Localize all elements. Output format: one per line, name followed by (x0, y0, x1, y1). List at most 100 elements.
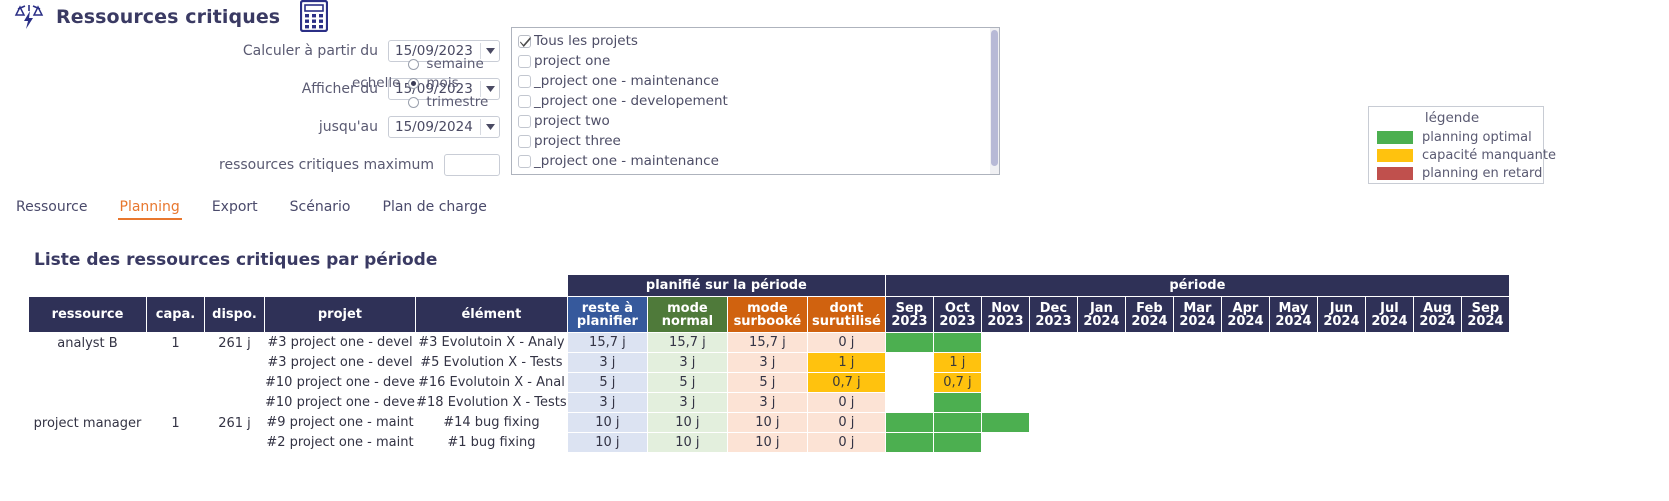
project-item-1[interactable]: project one (518, 51, 999, 71)
cell-element[interactable]: #3 Evolutoin X - Analy (414, 332, 568, 353)
checkbox-checked-icon[interactable] (518, 34, 531, 48)
col-header-month-10[interactable]: Jul 2024 (1364, 296, 1414, 333)
cell-month-12 (1460, 372, 1510, 393)
checkbox-icon[interactable] (518, 134, 531, 148)
jusquau-input[interactable]: 15/09/2024 (388, 116, 500, 138)
cell-surutilise: 0 j (806, 412, 886, 433)
col-header-element[interactable]: élément (414, 296, 568, 333)
col-header-line1: dont (829, 300, 864, 316)
col-header-ressource[interactable]: ressource (28, 296, 147, 333)
col-header-month-11[interactable]: Aug 2024 (1412, 296, 1462, 333)
tab-export[interactable]: Export (196, 196, 274, 222)
col-header-month-3[interactable]: Dec 2023 (1028, 296, 1078, 333)
legend-swatch-green (1377, 130, 1413, 144)
col-header-month-4[interactable]: Jan 2024 (1076, 296, 1126, 333)
legend-label: capacité manquante (1422, 147, 1556, 163)
cell-element[interactable]: #5 Evolution X - Tests (414, 352, 568, 373)
cell-month-12 (1460, 352, 1510, 373)
checkbox-icon[interactable] (518, 74, 531, 88)
col-header-month-7[interactable]: Apr 2024 (1220, 296, 1270, 333)
project-listbox[interactable]: Tous les projets project one _project on… (511, 27, 1000, 175)
col-header-month-6[interactable]: Mar 2024 (1172, 296, 1222, 333)
col-header-capa[interactable]: capa. (146, 296, 205, 333)
col-header-month-12[interactable]: Sep 2024 (1460, 296, 1510, 333)
cell-surutilise: 0 j (806, 432, 886, 453)
project-item-6[interactable]: _project one - maintenance (518, 151, 999, 171)
month-year: 2024 (1419, 313, 1456, 329)
col-header-month-1[interactable]: Oct 2023 (932, 296, 982, 333)
cell-month-1 (932, 412, 982, 433)
echelle-option-semaine[interactable]: semaine (408, 56, 488, 72)
col-header-dont-surutilise[interactable]: dont surutilisé (806, 296, 886, 333)
chevron-down-icon[interactable] (481, 124, 499, 130)
echelle-option-trimestre[interactable]: trimestre (408, 94, 488, 110)
cell-month-1 (932, 332, 982, 353)
col-header-month-8[interactable]: May 2024 (1268, 296, 1318, 333)
table-row[interactable]: project manager 1 261 j #9 project one -… (28, 412, 1510, 453)
cell-month-3 (1028, 332, 1078, 353)
col-header-dispo[interactable]: dispo. (204, 296, 265, 333)
cell-month-12 (1460, 392, 1510, 413)
tab-planning[interactable]: Planning (104, 196, 196, 222)
month-year: 2024 (1083, 313, 1120, 329)
cell-month-8 (1268, 332, 1318, 353)
col-header-month-2[interactable]: Nov 2023 (980, 296, 1030, 333)
cell-month-7 (1220, 352, 1270, 373)
echelle-group: echelle semaine mois trimestre (352, 56, 488, 110)
checkbox-icon[interactable] (518, 114, 531, 128)
col-header-projet[interactable]: projet (264, 296, 416, 333)
cell-reste: 10 j (566, 412, 648, 433)
cell-normal: 10 j (646, 412, 728, 433)
tab-plan-de-charge[interactable]: Plan de charge (367, 196, 503, 222)
project-item-2[interactable]: _project one - maintenance (518, 71, 999, 91)
col-header-month-5[interactable]: Feb 2024 (1124, 296, 1174, 333)
cell-element[interactable]: #1 bug fixing (414, 432, 568, 453)
cell-projet[interactable]: #3 project one - devel (264, 332, 416, 353)
echelle-option-mois[interactable]: mois (408, 75, 488, 91)
project-item-4[interactable]: project two (518, 111, 999, 131)
cell-projet[interactable]: #9 project one - maint (264, 412, 416, 433)
month-year: 2023 (987, 313, 1024, 329)
tab-ressource[interactable]: Ressource (0, 196, 104, 222)
col-header-mode-normal[interactable]: mode normal (646, 296, 728, 333)
month-name: Jan (1089, 300, 1113, 316)
cell-month-3 (1028, 352, 1078, 373)
checkbox-icon[interactable] (518, 54, 531, 68)
scrollbar-thumb[interactable] (991, 30, 998, 166)
col-header-month-0[interactable]: Sep 2023 (884, 296, 934, 333)
col-header-reste-a-planifier[interactable]: reste à planifier (566, 296, 648, 333)
project-item-tous-les-projets[interactable]: Tous les projets (518, 31, 999, 51)
radio-icon[interactable] (408, 96, 420, 108)
project-item-3[interactable]: _project one - developement (518, 91, 999, 111)
cell-projet[interactable]: #10 project one - deve (264, 392, 416, 413)
radio-icon[interactable] (408, 58, 420, 70)
legend-item-planning-en-retard: planning en retard (1369, 164, 1542, 182)
cell-element[interactable]: #14 bug fixing (414, 412, 568, 433)
cell-projet[interactable]: #2 project one - maint (264, 432, 416, 453)
col-header-mode-surbooke[interactable]: mode surbooké (726, 296, 808, 333)
month-name: Nov (991, 300, 1020, 316)
project-list-scrollbar[interactable] (990, 28, 999, 174)
checkbox-icon[interactable] (518, 154, 531, 168)
project-item-5[interactable]: project three (518, 131, 999, 151)
chevron-down-icon[interactable] (481, 48, 499, 54)
tab-scenario[interactable]: Scénario (274, 196, 367, 222)
col-header-month-9[interactable]: Jun 2024 (1316, 296, 1366, 333)
cell-element[interactable]: #18 Evolution X - Tests (414, 392, 568, 413)
calculator-icon[interactable] (299, 0, 329, 33)
cell-month-0 (884, 392, 934, 413)
cell-month-2 (980, 372, 1030, 393)
scales-lightning-icon (14, 2, 44, 32)
cell-surbooke: 3 j (726, 352, 808, 373)
cell-month-4 (1076, 352, 1126, 373)
ressources-critiques-maximum-input[interactable] (444, 154, 500, 176)
cell-projet[interactable]: #10 project one - deve (264, 372, 416, 393)
cell-element[interactable]: #16 Evolutoin X - Anal (414, 372, 568, 393)
cell-month-12 (1460, 332, 1510, 353)
main-tabs: Ressource Planning Export Scénario Plan … (0, 196, 503, 222)
cell-projet[interactable]: #3 project one - devel (264, 352, 416, 373)
col-header-line1: reste à (581, 300, 634, 316)
table-row[interactable]: analyst B 1 261 j #3 project one - devel… (28, 332, 1510, 413)
checkbox-icon[interactable] (518, 94, 531, 108)
radio-icon-selected[interactable] (408, 77, 420, 89)
